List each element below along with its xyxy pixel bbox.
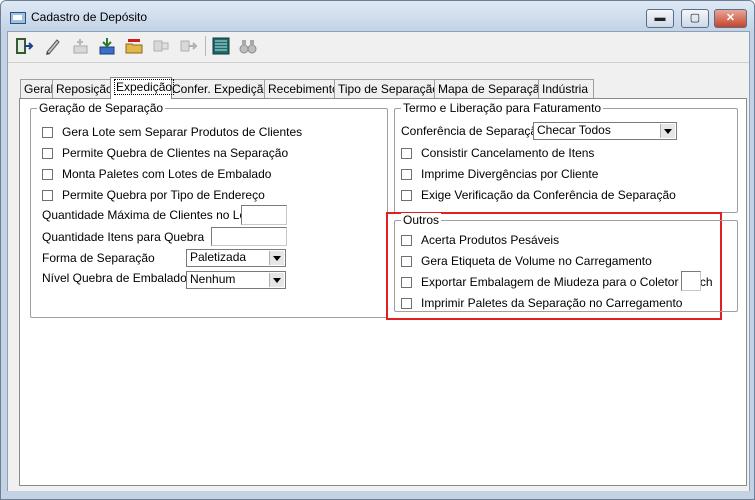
qtd-max-clientes-input[interactable] — [241, 205, 287, 225]
tab-expedicao[interactable]: Expedição — [110, 77, 175, 99]
nivel-quebra-label: Nível Quebra de Embalados — [42, 271, 193, 285]
tab-expedicao-label: Expedição — [114, 79, 175, 95]
toolbar — [8, 32, 749, 63]
chevron-down-icon[interactable] — [269, 251, 284, 265]
tab-tipo-separacao[interactable]: Tipo de Separação — [334, 79, 439, 98]
window-bottom-frame — [1, 491, 754, 499]
forma-separacao-select[interactable]: Paletizada — [186, 249, 286, 267]
maximize-button[interactable]: ▢ — [681, 9, 709, 28]
checkbox-icon — [401, 168, 412, 180]
chevron-down-icon[interactable] — [269, 273, 284, 287]
open-icon[interactable] — [123, 35, 145, 57]
check-exportar-embalagem-miudeza[interactable]: Exportar Embalagem de Miudeza para o Col… — [401, 275, 713, 289]
minimize-button[interactable]: ▬ — [646, 9, 674, 28]
forma-separacao-value: Paletizada — [190, 250, 247, 264]
check-consistir-cancelamento-label: Consistir Cancelamento de Itens — [421, 146, 595, 160]
chevron-down-icon[interactable] — [660, 124, 675, 138]
coletor-batch-input[interactable] — [681, 271, 701, 291]
group-outros-legend: Outros — [401, 213, 442, 227]
client-area: Geral Reposição Expedição Confer. Expedi… — [7, 31, 750, 493]
close-button[interactable]: ✕ — [714, 9, 747, 28]
add-icon[interactable] — [69, 35, 91, 57]
group-termo-liberacao: Termo e Liberação para Faturamento Confe… — [394, 101, 738, 213]
check-gera-lote-label: Gera Lote sem Separar Produtos de Client… — [62, 125, 303, 139]
check-exige-verificacao[interactable]: Exige Verificação da Conferência de Sepa… — [401, 188, 676, 202]
check-permite-quebra-clientes-label: Permite Quebra de Clientes na Separação — [62, 146, 289, 160]
qtd-max-clientes-label: Quantidade Máxima de Clientes no Lote — [42, 208, 257, 222]
checkbox-icon — [42, 168, 53, 180]
checkbox-icon — [401, 255, 412, 267]
checkbox-icon — [401, 234, 412, 246]
check-gera-lote[interactable]: Gera Lote sem Separar Produtos de Client… — [42, 125, 302, 139]
conferencia-separacao-label: Conferência de Separação — [401, 124, 544, 138]
check-permite-quebra-tipo-endereco[interactable]: Permite Quebra por Tipo de Endereço — [42, 188, 265, 202]
toolbar-separator — [205, 36, 206, 56]
checkbox-icon — [401, 147, 412, 159]
checkbox-icon — [401, 189, 412, 201]
tab-confer-expedicao[interactable]: Confer. Expedição — [168, 79, 270, 98]
group-geracao-legend: Geração de Separação — [37, 101, 166, 115]
tab-mapa-separacao[interactable]: Mapa de Separação — [434, 79, 546, 98]
title-bar[interactable]: Cadastro de Depósito ▬ ▢ ✕ — [1, 1, 754, 31]
checkbox-icon — [42, 126, 53, 138]
check-imprimir-paletes-label: Imprimir Paletes da Separação no Carrega… — [421, 296, 683, 310]
check-gera-etiqueta-volume-label: Gera Etiqueta de Volume no Carregamento — [421, 254, 652, 268]
check-permite-quebra-tipo-endereco-label: Permite Quebra por Tipo de Endereço — [62, 188, 265, 202]
tab-panel-expedicao: Geração de Separação Gera Lote sem Separ… — [19, 98, 747, 486]
check-imprimir-paletes[interactable]: Imprimir Paletes da Separação no Carrega… — [401, 296, 682, 310]
forward-icon[interactable] — [177, 35, 199, 57]
check-acerta-pesaveis-label: Acerta Produtos Pesáveis — [421, 233, 560, 247]
checkbox-icon — [42, 189, 53, 201]
cancel-icon[interactable] — [150, 35, 172, 57]
tab-recebimento[interactable]: Recebimento — [264, 79, 339, 98]
qtd-itens-quebra-input[interactable] — [211, 227, 287, 246]
check-acerta-pesaveis[interactable]: Acerta Produtos Pesáveis — [401, 233, 559, 247]
check-exige-verificacao-label: Exige Verificação da Conferência de Sepa… — [421, 188, 676, 202]
conferencia-separacao-select[interactable]: Checar Todos — [533, 122, 677, 140]
tab-geral[interactable]: Geral — [20, 79, 56, 98]
main-window: Cadastro de Depósito ▬ ▢ ✕ Geral Reposiç… — [0, 0, 755, 500]
report-icon[interactable] — [210, 35, 232, 57]
conferencia-separacao-value: Checar Todos — [537, 123, 611, 137]
exit-icon[interactable] — [13, 35, 35, 57]
app-icon — [10, 12, 26, 24]
check-imprime-divergencias-label: Imprime Divergências por Cliente — [421, 167, 599, 181]
checkbox-icon — [42, 147, 53, 159]
check-imprime-divergencias[interactable]: Imprime Divergências por Cliente — [401, 167, 598, 181]
group-termo-legend: Termo e Liberação para Faturamento — [401, 101, 604, 115]
save-icon[interactable] — [96, 35, 118, 57]
check-consistir-cancelamento[interactable]: Consistir Cancelamento de Itens — [401, 146, 594, 160]
edit-icon[interactable] — [42, 35, 64, 57]
binoculars-icon[interactable] — [237, 35, 259, 57]
nivel-quebra-value: Nenhum — [190, 272, 236, 286]
check-gera-etiqueta-volume[interactable]: Gera Etiqueta de Volume no Carregamento — [401, 254, 652, 268]
group-geracao-separacao: Geração de Separação Gera Lote sem Separ… — [30, 101, 388, 318]
checkbox-icon — [401, 297, 412, 309]
group-outros: Outros Acerta Produtos Pesáveis Gera Eti… — [394, 213, 738, 312]
window-title: Cadastro de Depósito — [31, 10, 148, 24]
nivel-quebra-select[interactable]: Nenhum — [186, 271, 286, 289]
check-monta-paletes[interactable]: Monta Paletes com Lotes de Embalado — [42, 167, 271, 181]
checkbox-icon — [401, 276, 412, 288]
tab-industria[interactable]: Indústria — [538, 79, 594, 98]
check-permite-quebra-clientes[interactable]: Permite Quebra de Clientes na Separação — [42, 146, 288, 160]
check-monta-paletes-label: Monta Paletes com Lotes de Embalado — [62, 167, 272, 181]
forma-separacao-label: Forma de Separação — [42, 251, 155, 265]
check-exportar-embalagem-miudeza-label: Exportar Embalagem de Miudeza para o Col… — [421, 275, 713, 289]
tab-reposicao[interactable]: Reposição — [52, 79, 114, 98]
qtd-itens-quebra-label: Quantidade Itens para Quebra — [42, 230, 205, 244]
